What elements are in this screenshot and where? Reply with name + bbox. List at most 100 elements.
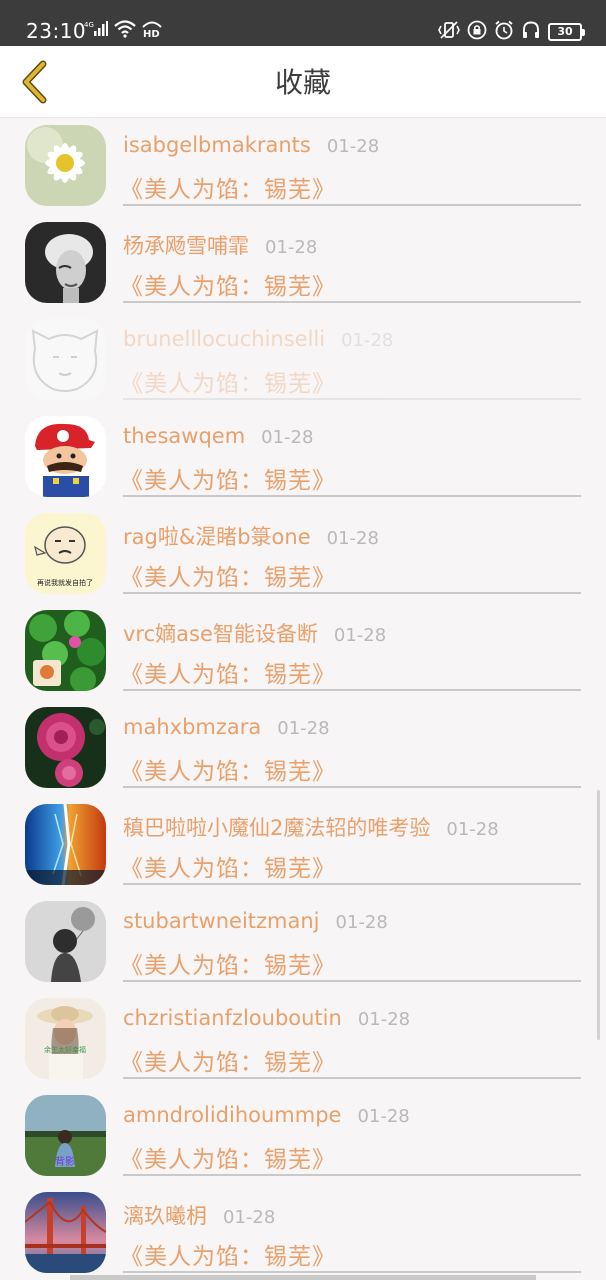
list-item[interactable]: isabgelbmakrants 01-28 《美人为馅：锡芜》	[0, 118, 606, 215]
fire-ice-avatar-icon	[25, 804, 106, 885]
daisy-avatar-icon	[25, 125, 106, 206]
list-item[interactable]: 背影 amndrolidihoummpe 01-28 《美人为馅：锡芜》	[0, 1088, 606, 1185]
scrollbar[interactable]	[597, 790, 600, 1040]
username[interactable]: amndrolidihoummpe	[123, 1103, 341, 1127]
avatar[interactable]	[25, 610, 106, 691]
book-title[interactable]: 《美人为馅：锡芜》	[120, 655, 336, 689]
book-title[interactable]: 《美人为馅：锡芜》	[120, 170, 336, 204]
signal-label: 4G	[84, 21, 94, 29]
avatar-caption: 再说我就发自拍了	[37, 578, 93, 587]
username[interactable]: mahxbmzara	[123, 715, 261, 739]
book-title[interactable]: 《美人为馅：锡芜》	[120, 1237, 336, 1271]
book-title[interactable]: 《美人为馅：锡芜》	[120, 461, 336, 495]
leaves-avatar-icon	[25, 610, 106, 691]
item-date: 01-28	[223, 1207, 276, 1228]
username[interactable]: 漓玖曦枂	[123, 1200, 207, 1230]
status-right-icons: 30	[438, 20, 585, 44]
book-title[interactable]: 《美人为馅：锡芜》	[120, 558, 336, 592]
divider	[123, 592, 581, 594]
divider	[123, 883, 581, 885]
item-date: 01-28	[326, 136, 380, 157]
avatar-caption: 余生太好幸福	[44, 1045, 86, 1054]
signal-icon: 4G	[84, 20, 108, 42]
battery-icon: 30	[548, 23, 585, 41]
hat-girl-avatar-icon: 余生太好幸福	[25, 998, 106, 1079]
meme-face-avatar-icon: 再说我就发自拍了	[25, 513, 106, 594]
username[interactable]: rag啦&湜睹b箓one	[123, 521, 311, 551]
username[interactable]: vrc嫡ase智能设备断	[123, 618, 318, 648]
portrait-avatar-icon	[25, 222, 106, 303]
balloon-girl-avatar-icon	[25, 901, 106, 982]
book-title[interactable]: 《美人为馅：锡芜》	[120, 1043, 336, 1077]
list-item[interactable]: 稹巴啦啦小魔仙2魔法轺的唯考验 01-28 《美人为馅：锡芜》	[0, 797, 606, 894]
item-date: 01-28	[326, 528, 379, 549]
list-item[interactable]: 杨承飏雪哺霏 01-28 《美人为馅：锡芜》	[0, 215, 606, 312]
avatar[interactable]	[25, 416, 106, 497]
list-item[interactable]: 再说我就发自拍了 rag啦&湜睹b箓one 01-28 《美人为馅：锡芜》	[0, 506, 606, 603]
book-title[interactable]: 《美人为馅：锡芜》	[120, 364, 336, 398]
book-title[interactable]: 《美人为馅：锡芜》	[120, 946, 336, 980]
divider	[123, 1271, 581, 1273]
username[interactable]: stubartwneitzmanj	[123, 909, 320, 933]
divider	[123, 398, 581, 400]
username[interactable]: chzristianfzlouboutin	[123, 1006, 342, 1030]
mario-avatar-icon	[25, 416, 106, 497]
bridge-avatar-icon	[25, 1192, 106, 1273]
avatar[interactable]	[25, 804, 106, 885]
avatar[interactable]: 再说我就发自拍了	[25, 513, 106, 594]
avatar[interactable]	[25, 222, 106, 303]
status-bar: 23:10 4G HD 30	[0, 0, 606, 46]
avatar[interactable]: 余生太好幸福	[25, 998, 106, 1079]
roses-avatar-icon	[25, 707, 106, 788]
avatar[interactable]: 背影	[25, 1095, 106, 1176]
vibrate-icon	[438, 20, 460, 44]
item-date: 01-28	[261, 427, 314, 448]
divider	[123, 1174, 581, 1176]
book-title[interactable]: 《美人为馅：锡芜》	[120, 1140, 336, 1174]
book-title[interactable]: 《美人为馅：锡芜》	[120, 267, 336, 301]
item-date: 01-28	[341, 330, 394, 351]
field-girl-avatar-icon: 背影	[25, 1095, 106, 1176]
avatar[interactable]	[25, 125, 106, 206]
item-date: 01-28	[333, 625, 387, 646]
divider	[123, 495, 581, 497]
list-item[interactable]: thesawqem 01-28 《美人为馅：锡芜》	[0, 409, 606, 506]
page-title: 收藏	[274, 66, 331, 99]
list-item[interactable]: 漓玖曦枂 01-28 《美人为馅：锡芜》	[0, 1185, 606, 1280]
username[interactable]: 杨承飏雪哺霏	[123, 230, 249, 260]
divider	[123, 689, 581, 691]
wifi-icon	[114, 20, 136, 42]
avatar[interactable]	[25, 901, 106, 982]
divider	[123, 980, 581, 982]
username[interactable]: thesawqem	[123, 424, 245, 448]
item-date: 01-28	[277, 718, 330, 739]
item-date: 01-28	[357, 1106, 410, 1127]
username[interactable]: isabgelbmakrants	[123, 133, 311, 157]
book-title[interactable]: 《美人为馅：锡芜》	[120, 752, 336, 786]
avatar-caption: 背影	[55, 1155, 75, 1168]
hd-label: HD	[143, 29, 160, 38]
status-left-icons: 4G HD	[84, 20, 162, 42]
alarm-icon	[494, 20, 514, 44]
list-item[interactable]: brunelllocuchinselli 01-28 《美人为馅：锡芜》	[0, 312, 606, 409]
headset-icon	[521, 20, 541, 44]
item-date: 01-28	[357, 1009, 411, 1030]
item-date: 01-28	[335, 912, 388, 933]
hd-icon: HD	[142, 20, 162, 42]
list-item[interactable]: mahxbmzara 01-28 《美人为馅：锡芜》	[0, 700, 606, 797]
status-time: 23:10	[26, 19, 87, 43]
list-item[interactable]: stubartwneitzmanj 01-28 《美人为馅：锡芜》	[0, 894, 606, 991]
header-bar: 收藏	[0, 46, 606, 118]
avatar[interactable]	[25, 319, 106, 400]
list-item[interactable]: 余生太好幸福 chzristianfzlouboutin 01-28 《美人为馅…	[0, 991, 606, 1088]
lock-icon	[467, 20, 487, 44]
avatar[interactable]	[25, 707, 106, 788]
item-date: 01-28	[265, 237, 318, 258]
book-title[interactable]: 《美人为馅：锡芜》	[120, 849, 336, 883]
username[interactable]: 稹巴啦啦小魔仙2魔法轺的唯考验	[123, 812, 430, 842]
divider	[123, 786, 581, 788]
avatar[interactable]	[25, 1192, 106, 1273]
username[interactable]: brunelllocuchinselli	[123, 327, 325, 351]
favorites-list[interactable]: isabgelbmakrants 01-28 《美人为馅：锡芜》 杨承飏雪哺霏 …	[0, 118, 606, 1280]
list-item[interactable]: vrc嫡ase智能设备断 01-28 《美人为馅：锡芜》	[0, 603, 606, 700]
